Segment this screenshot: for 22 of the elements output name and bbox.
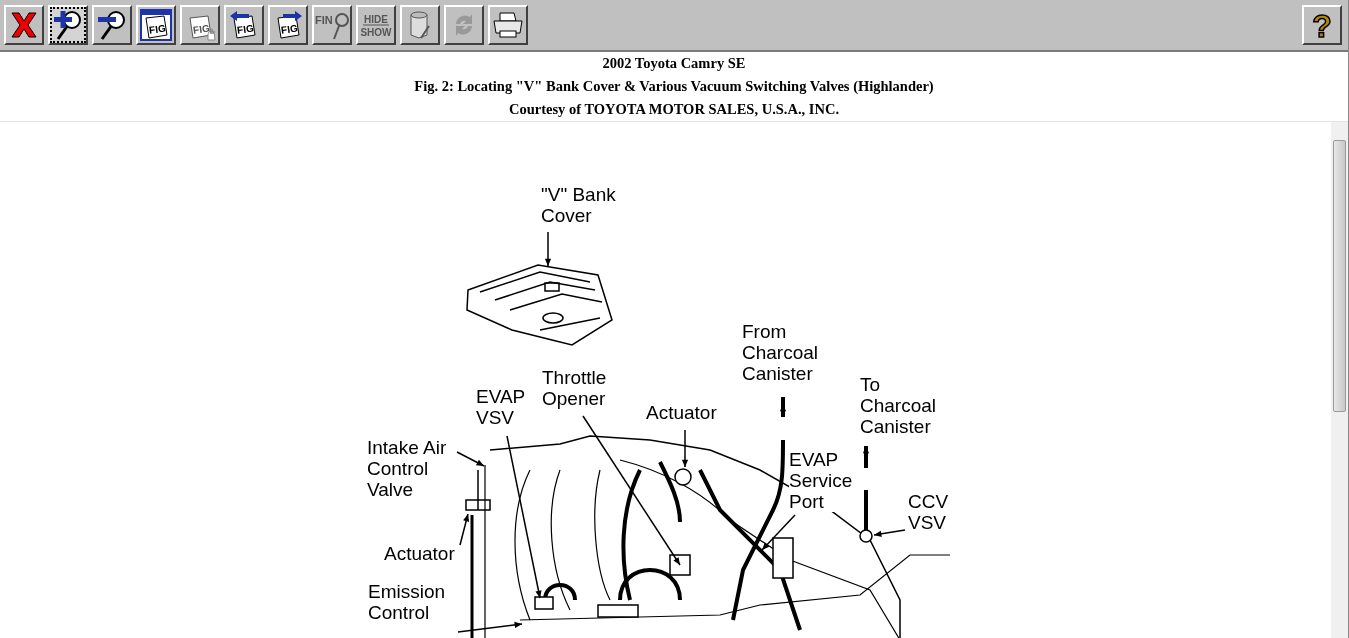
close-button[interactable] xyxy=(4,5,44,45)
leader-line xyxy=(544,231,552,267)
figure-credit: Courtesy of TOYOTA MOTOR SALES, U.S.A., INC. xyxy=(508,100,840,119)
print-button[interactable] xyxy=(488,5,528,45)
zoom-in-icon xyxy=(52,9,84,41)
close-icon xyxy=(9,10,39,40)
leader-line xyxy=(459,513,470,546)
scrollbar[interactable] xyxy=(1331,122,1348,638)
leader-line xyxy=(779,397,787,417)
document-title: 2002 Toyota Camry SE xyxy=(602,54,746,73)
leader-line xyxy=(457,621,523,633)
leader-line xyxy=(761,514,796,551)
figure-caption: Fig. 2: Locating "V" Bank Cover & Various Vacuum Switching Valves (Highlander) xyxy=(414,77,934,96)
zoom-out-icon xyxy=(96,9,128,41)
zoom-out-button[interactable] xyxy=(92,5,132,45)
help-icon: ? xyxy=(1309,9,1335,41)
leader-line xyxy=(862,446,870,468)
leader-line xyxy=(456,451,485,467)
printer-icon xyxy=(492,11,524,39)
paint-can-icon xyxy=(407,10,433,40)
zoom-in-button[interactable] xyxy=(48,5,88,45)
leader-line xyxy=(873,529,906,537)
